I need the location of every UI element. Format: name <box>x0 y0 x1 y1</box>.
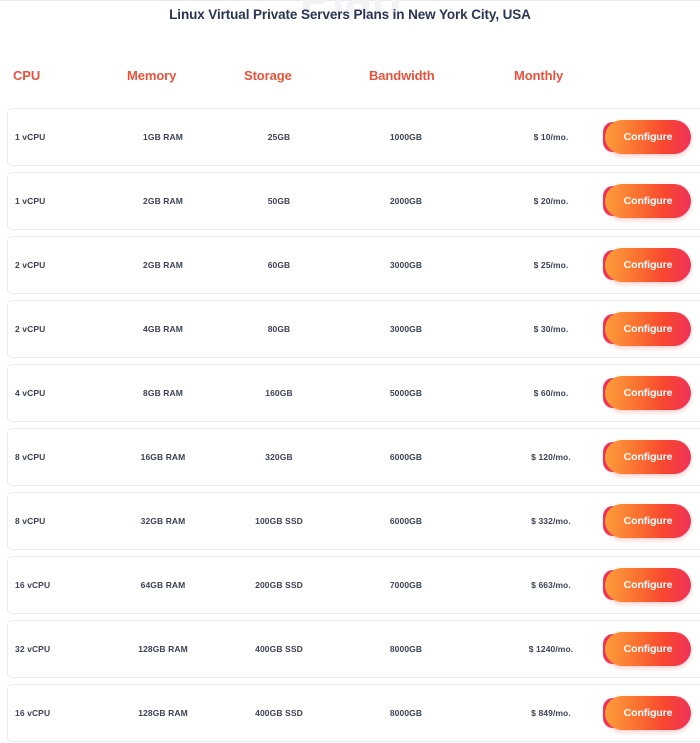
configure-button[interactable]: Configure <box>605 248 691 282</box>
table-row-2[interactable]: 2 vCPU 2GB RAM 60GB 3000GB $ 25/mo. Conf… <box>7 236 700 294</box>
column-header-storage: Storage <box>244 68 292 83</box>
cell-memory: 64GB RAM <box>140 580 186 590</box>
cell-memory: 2GB RAM <box>143 196 183 206</box>
cell-monthly: $ 663/mo. <box>531 580 571 590</box>
cell-storage: 25GB <box>267 132 291 142</box>
cell-cpu: 1 vCPU <box>15 132 46 142</box>
page-title: Linux Virtual Private Servers Plans in N… <box>169 7 531 22</box>
table-row-0[interactable]: 1 vCPU 1GB RAM 25GB 1000GB $ 10/mo. Conf… <box>7 108 700 166</box>
table-row-3[interactable]: 2 vCPU 4GB RAM 80GB 3000GB $ 30/mo. Conf… <box>7 300 700 358</box>
cell-memory: 8GB RAM <box>143 388 183 398</box>
table-row-5[interactable]: 8 vCPU 16GB RAM 320GB 6000GB $ 120/mo. C… <box>7 428 700 486</box>
table-row-6[interactable]: 8 vCPU 32GB RAM 100GB SSD 6000GB $ 332/m… <box>7 492 700 550</box>
column-header-memory: Memory <box>127 68 177 83</box>
cell-monthly: $ 20/mo. <box>533 196 569 206</box>
configure-button[interactable]: Configure <box>605 568 691 602</box>
cell-storage: 200GB SSD <box>255 580 303 590</box>
cell-storage: 100GB SSD <box>255 516 303 526</box>
cell-bandwidth: 8000GB <box>389 644 423 654</box>
pricing-table-page: Plan Linux Virtual Private Servers Plans… <box>0 0 700 743</box>
cell-storage: 50GB <box>267 196 291 206</box>
cell-bandwidth: 7000GB <box>389 580 423 590</box>
cell-storage: 160GB <box>265 388 293 398</box>
cell-monthly: $ 1240/mo. <box>528 644 574 654</box>
cell-memory: 128GB RAM <box>138 708 188 718</box>
cell-storage: 400GB SSD <box>255 708 303 718</box>
cell-bandwidth: 3000GB <box>389 324 423 334</box>
column-header-cpu: CPU <box>13 68 41 83</box>
cell-cpu: 8 vCPU <box>15 516 46 526</box>
cell-memory: 32GB RAM <box>140 516 186 526</box>
cell-cpu: 2 vCPU <box>15 324 46 334</box>
configure-button[interactable]: Configure <box>605 120 691 154</box>
configure-button[interactable]: Configure <box>605 632 691 666</box>
configure-button[interactable]: Configure <box>605 440 691 474</box>
cell-monthly: $ 25/mo. <box>533 260 569 270</box>
cell-cpu: 2 vCPU <box>15 260 46 270</box>
configure-button[interactable]: Configure <box>605 312 691 346</box>
table-row-1[interactable]: 1 vCPU 2GB RAM 50GB 2000GB $ 20/mo. Conf… <box>7 172 700 230</box>
cell-monthly: $ 60/mo. <box>533 388 569 398</box>
cell-memory: 16GB RAM <box>140 452 186 462</box>
cell-bandwidth: 8000GB <box>389 708 423 718</box>
cell-memory: 2GB RAM <box>143 260 183 270</box>
cell-monthly: $ 10/mo. <box>533 132 569 142</box>
cell-storage: 60GB <box>267 260 291 270</box>
plan-rows-container: 1 vCPU 1GB RAM 25GB 1000GB $ 10/mo. Conf… <box>0 108 700 743</box>
cell-storage: 400GB SSD <box>255 644 303 654</box>
cell-cpu: 16 vCPU <box>15 580 51 590</box>
cell-cpu: 4 vCPU <box>15 388 46 398</box>
table-row-9[interactable]: 16 vCPU 128GB RAM 400GB SSD 8000GB $ 849… <box>7 684 700 742</box>
cell-monthly: $ 332/mo. <box>531 516 571 526</box>
cell-bandwidth: 5000GB <box>389 388 423 398</box>
column-header-bandwidth: Bandwidth <box>369 68 435 83</box>
table-row-7[interactable]: 16 vCPU 64GB RAM 200GB SSD 7000GB $ 663/… <box>7 556 700 614</box>
cell-bandwidth: 6000GB <box>389 516 423 526</box>
cell-monthly: $ 849/mo. <box>531 708 571 718</box>
cell-cpu: 1 vCPU <box>15 196 46 206</box>
cell-memory: 1GB RAM <box>143 132 183 142</box>
cell-storage: 320GB <box>265 452 293 462</box>
configure-button[interactable]: Configure <box>605 696 691 730</box>
cell-bandwidth: 1000GB <box>389 132 423 142</box>
cell-monthly: $ 120/mo. <box>531 452 571 462</box>
cell-bandwidth: 6000GB <box>389 452 423 462</box>
cell-monthly: $ 30/mo. <box>533 324 569 334</box>
cell-memory: 4GB RAM <box>143 324 183 334</box>
cell-cpu: 32 vCPU <box>15 644 51 654</box>
cell-cpu: 8 vCPU <box>15 452 46 462</box>
cell-memory: 128GB RAM <box>138 644 188 654</box>
cell-cpu: 16 vCPU <box>15 708 51 718</box>
cell-storage: 80GB <box>267 324 291 334</box>
table-row-8[interactable]: 32 vCPU 128GB RAM 400GB SSD 8000GB $ 124… <box>7 620 700 678</box>
cell-bandwidth: 2000GB <box>389 196 423 206</box>
cell-bandwidth: 3000GB <box>389 260 423 270</box>
configure-button[interactable]: Configure <box>605 376 691 410</box>
table-row-4[interactable]: 4 vCPU 8GB RAM 160GB 5000GB $ 60/mo. Con… <box>7 364 700 422</box>
configure-button[interactable]: Configure <box>605 504 691 538</box>
configure-button[interactable]: Configure <box>605 184 691 218</box>
title-section: Plan Linux Virtual Private Servers Plans… <box>0 0 700 46</box>
column-header-monthly: Monthly <box>514 68 564 83</box>
table-column-headers: CPU Memory Storage Bandwidth Monthly <box>0 68 700 92</box>
